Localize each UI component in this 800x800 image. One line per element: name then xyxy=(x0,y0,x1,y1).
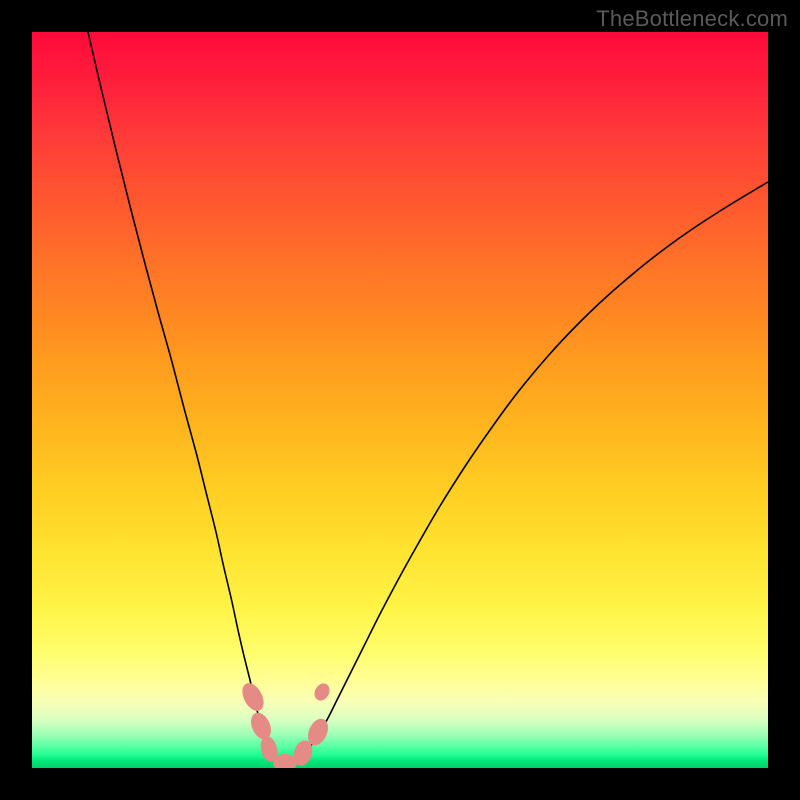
watermark-text: TheBottleneck.com xyxy=(596,6,788,32)
curve-marker xyxy=(311,681,332,704)
curve-marker xyxy=(238,680,268,715)
markers-group xyxy=(238,680,333,768)
curve-path xyxy=(88,32,768,764)
plot-area xyxy=(32,32,768,768)
chart-container: TheBottleneck.com xyxy=(0,0,800,800)
curve-svg xyxy=(32,32,768,768)
